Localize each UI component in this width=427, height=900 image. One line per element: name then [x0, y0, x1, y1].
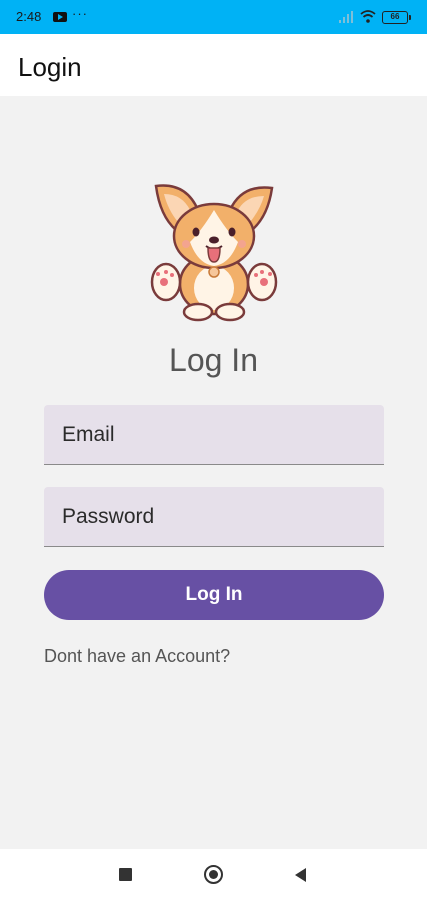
email-field[interactable]	[44, 405, 384, 465]
youtube-notification-icon	[53, 12, 67, 22]
more-notifications-icon: ···	[72, 6, 88, 21]
email-input[interactable]	[44, 405, 384, 464]
password-field[interactable]	[44, 487, 384, 547]
wifi-icon	[360, 10, 376, 23]
signup-link[interactable]: Dont have an Account?	[44, 646, 230, 667]
home-icon[interactable]	[204, 865, 223, 884]
system-nav-bar	[0, 849, 427, 900]
login-button[interactable]: Log In	[44, 570, 384, 620]
password-input[interactable]	[44, 487, 384, 546]
back-icon[interactable]	[295, 868, 306, 882]
recents-icon[interactable]	[119, 868, 132, 881]
app-bar: Login	[0, 34, 427, 96]
status-time: 2:48	[16, 9, 42, 24]
app-title: Login	[18, 52, 82, 82]
login-heading: Log In	[169, 342, 258, 378]
signal-icon	[339, 11, 353, 23]
status-bar: 2:48 ··· 66	[0, 0, 427, 34]
battery-icon: 66	[382, 11, 411, 24]
corgi-logo-icon	[150, 184, 278, 322]
